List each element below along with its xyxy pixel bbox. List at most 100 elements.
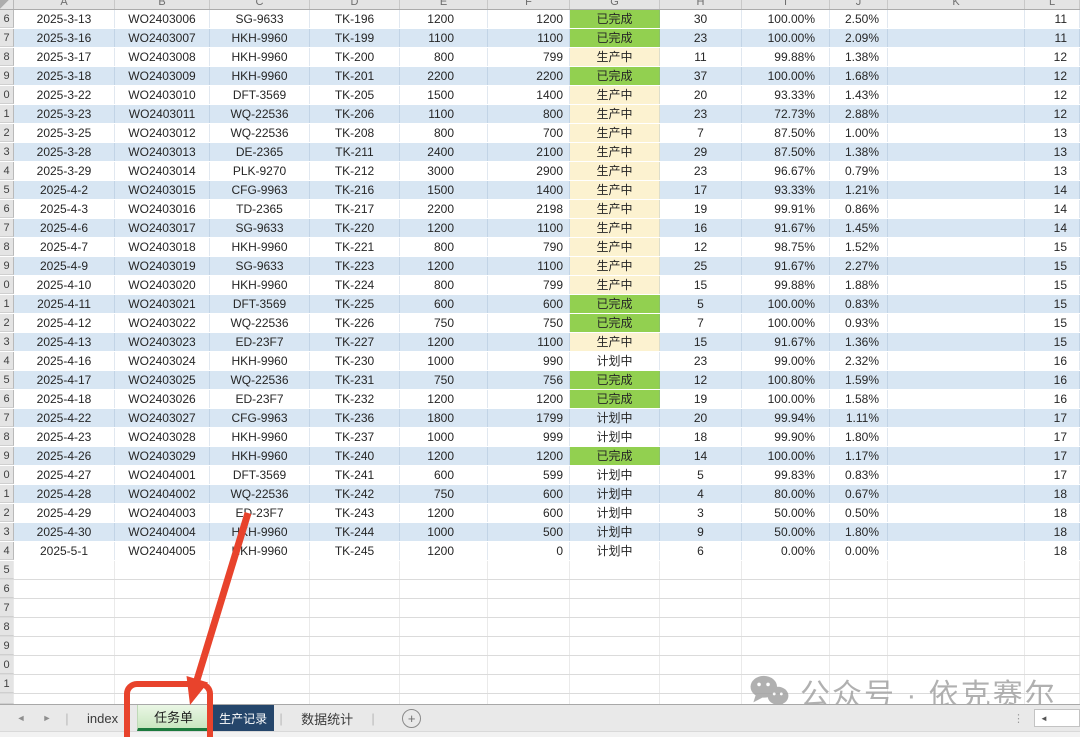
cell[interactable]: 计划中 bbox=[570, 504, 660, 522]
cell[interactable]: HKH-9960 bbox=[210, 447, 310, 465]
cell[interactable]: 14 bbox=[660, 447, 742, 465]
cell[interactable]: TK-236 bbox=[310, 409, 400, 427]
cell[interactable] bbox=[830, 580, 888, 598]
cell[interactable]: TK-212 bbox=[310, 162, 400, 180]
cell[interactable]: WO2403009 bbox=[115, 67, 210, 85]
cell[interactable]: TD-2365 bbox=[210, 200, 310, 218]
cell[interactable]: 4 bbox=[660, 485, 742, 503]
cell[interactable] bbox=[14, 561, 115, 579]
cell[interactable] bbox=[570, 694, 660, 704]
cell[interactable]: 2900 bbox=[488, 162, 570, 180]
row-header[interactable]: 1 bbox=[0, 295, 14, 313]
cell[interactable] bbox=[888, 599, 1025, 617]
cell[interactable]: 生产中 bbox=[570, 124, 660, 142]
cell[interactable] bbox=[660, 580, 742, 598]
cell[interactable]: 生产中 bbox=[570, 200, 660, 218]
cell[interactable]: 600 bbox=[400, 466, 488, 484]
cell[interactable]: 99.94% bbox=[742, 409, 830, 427]
cell[interactable] bbox=[888, 219, 1025, 237]
cell[interactable]: 2025-3-18 bbox=[14, 67, 115, 85]
cell[interactable]: TK-199 bbox=[310, 29, 400, 47]
cell[interactable] bbox=[742, 580, 830, 598]
cell[interactable]: 2.88% bbox=[830, 105, 888, 123]
cell[interactable]: 800 bbox=[400, 48, 488, 66]
cell[interactable]: 0.67% bbox=[830, 485, 888, 503]
cell[interactable]: 12 bbox=[1025, 86, 1080, 104]
cell[interactable] bbox=[888, 124, 1025, 142]
cell[interactable]: 2025-4-3 bbox=[14, 200, 115, 218]
column-header-E[interactable]: E bbox=[400, 0, 488, 10]
cell[interactable]: 100.00% bbox=[742, 314, 830, 332]
cell[interactable] bbox=[115, 561, 210, 579]
cell[interactable]: 7 bbox=[660, 314, 742, 332]
cell[interactable]: 17 bbox=[1025, 447, 1080, 465]
cell[interactable] bbox=[1025, 675, 1080, 693]
cell[interactable] bbox=[115, 599, 210, 617]
cell[interactable]: 17 bbox=[1025, 428, 1080, 446]
cell[interactable]: 生产中 bbox=[570, 276, 660, 294]
cell[interactable]: 2025-3-23 bbox=[14, 105, 115, 123]
cell[interactable] bbox=[1025, 637, 1080, 655]
cell[interactable]: 18 bbox=[1025, 504, 1080, 522]
cell[interactable] bbox=[660, 561, 742, 579]
cell[interactable] bbox=[660, 694, 742, 704]
cell[interactable]: DFT-3569 bbox=[210, 86, 310, 104]
cell[interactable] bbox=[310, 656, 400, 674]
cell[interactable]: 已完成 bbox=[570, 447, 660, 465]
cell[interactable]: 2.27% bbox=[830, 257, 888, 275]
cell[interactable]: 0 bbox=[488, 542, 570, 560]
cell[interactable] bbox=[400, 675, 488, 693]
row-header[interactable]: 7 bbox=[0, 409, 14, 427]
cell[interactable]: 生产中 bbox=[570, 48, 660, 66]
cell[interactable]: 93.33% bbox=[742, 86, 830, 104]
cell[interactable]: WO2403011 bbox=[115, 105, 210, 123]
cell[interactable]: 1.43% bbox=[830, 86, 888, 104]
cell[interactable]: WQ-22536 bbox=[210, 371, 310, 389]
cell[interactable]: 100.00% bbox=[742, 447, 830, 465]
row-header[interactable]: 5 bbox=[0, 561, 14, 579]
cell[interactable]: 12 bbox=[1025, 105, 1080, 123]
cell[interactable] bbox=[888, 48, 1025, 66]
row-header[interactable]: 7 bbox=[0, 29, 14, 47]
cell[interactable]: 91.67% bbox=[742, 219, 830, 237]
cell[interactable]: 13 bbox=[1025, 143, 1080, 161]
cell[interactable] bbox=[400, 561, 488, 579]
cell[interactable] bbox=[570, 599, 660, 617]
cell[interactable]: 0.86% bbox=[830, 200, 888, 218]
cell[interactable]: 13 bbox=[1025, 162, 1080, 180]
cell[interactable]: WO2403027 bbox=[115, 409, 210, 427]
cell[interactable] bbox=[570, 637, 660, 655]
cell[interactable] bbox=[888, 257, 1025, 275]
cell[interactable]: WQ-22536 bbox=[210, 314, 310, 332]
cell[interactable]: 800 bbox=[400, 276, 488, 294]
cell[interactable]: 计划中 bbox=[570, 542, 660, 560]
cell[interactable]: HKH-9960 bbox=[210, 523, 310, 541]
cell[interactable] bbox=[400, 637, 488, 655]
row-header[interactable]: 3 bbox=[0, 523, 14, 541]
cell[interactable]: 15 bbox=[1025, 314, 1080, 332]
cell[interactable] bbox=[210, 694, 310, 704]
cell[interactable] bbox=[888, 29, 1025, 47]
cell[interactable] bbox=[14, 599, 115, 617]
cell[interactable]: 1200 bbox=[488, 10, 570, 28]
cell[interactable]: 1200 bbox=[400, 390, 488, 408]
cell[interactable] bbox=[888, 314, 1025, 332]
cell[interactable]: 1.17% bbox=[830, 447, 888, 465]
cell[interactable]: TK-223 bbox=[310, 257, 400, 275]
cell[interactable]: 2025-3-28 bbox=[14, 143, 115, 161]
cell[interactable]: 12 bbox=[1025, 48, 1080, 66]
cell[interactable] bbox=[888, 561, 1025, 579]
cell[interactable]: 20 bbox=[660, 409, 742, 427]
cell[interactable] bbox=[115, 675, 210, 693]
row-header[interactable]: 6 bbox=[0, 10, 14, 28]
cell[interactable]: WQ-22536 bbox=[210, 124, 310, 142]
cell[interactable]: 96.67% bbox=[742, 162, 830, 180]
cell[interactable]: 1.52% bbox=[830, 238, 888, 256]
cell[interactable]: 0.93% bbox=[830, 314, 888, 332]
cell[interactable]: 0.83% bbox=[830, 295, 888, 313]
cell[interactable]: WO2403028 bbox=[115, 428, 210, 446]
cell[interactable]: 0.00% bbox=[830, 542, 888, 560]
cell[interactable] bbox=[210, 618, 310, 636]
cell[interactable]: 16 bbox=[1025, 352, 1080, 370]
cell[interactable] bbox=[570, 561, 660, 579]
